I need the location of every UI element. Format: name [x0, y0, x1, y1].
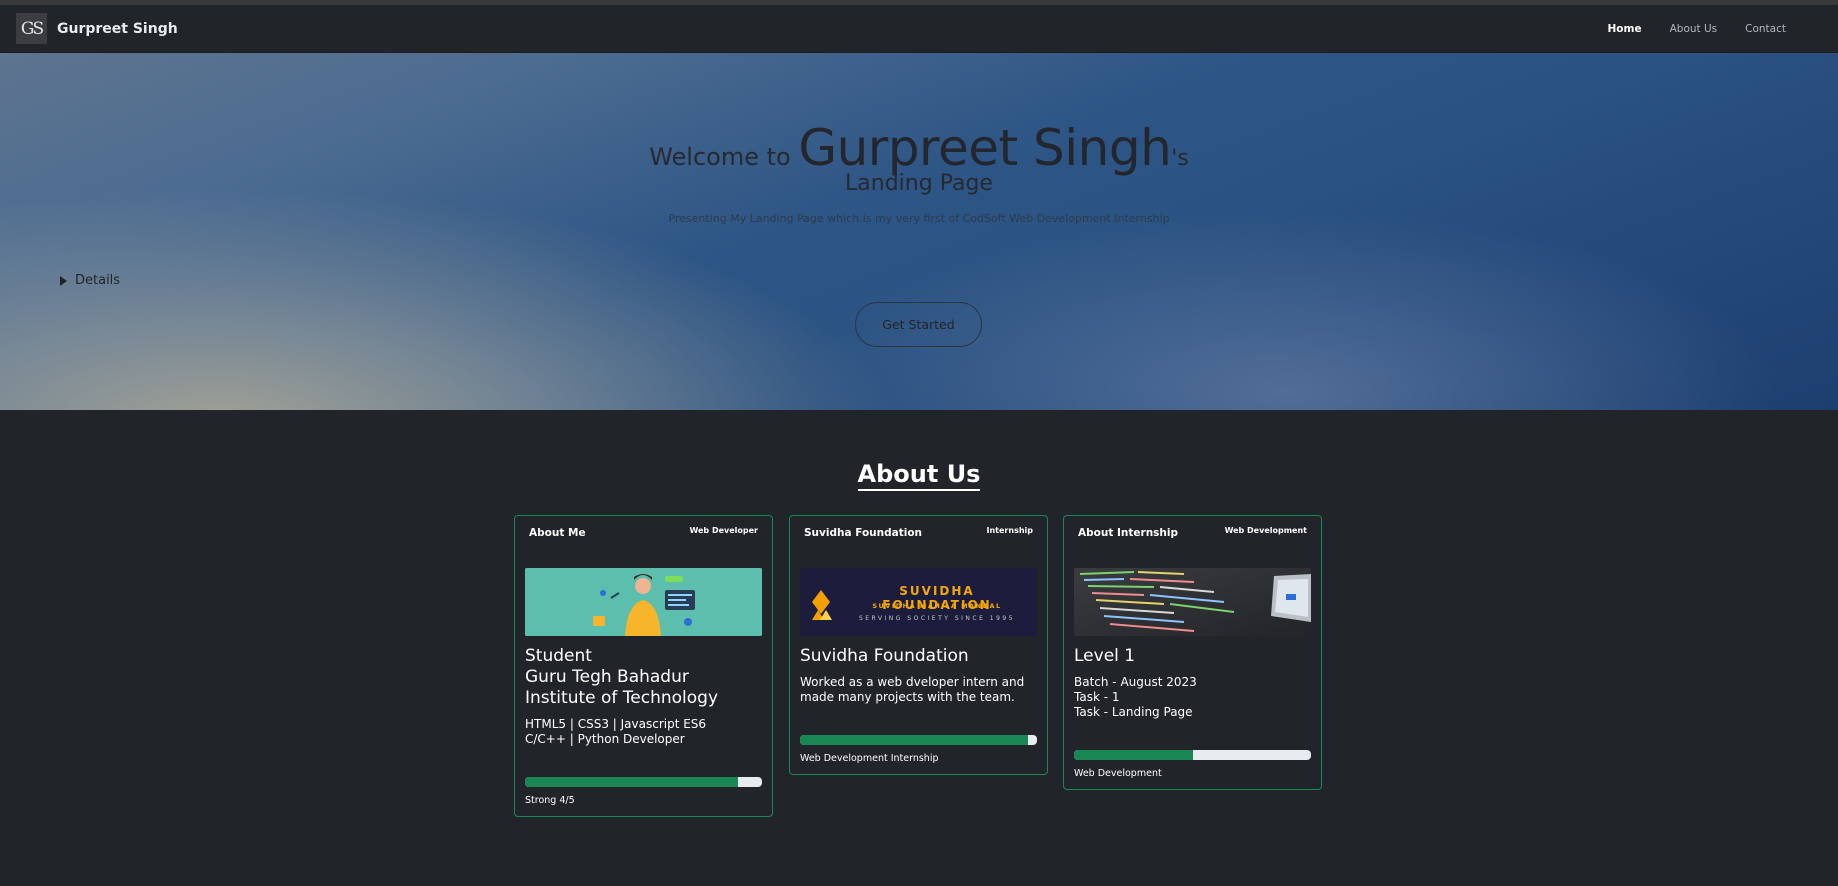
progress-bar: [800, 735, 1037, 745]
progress-bar: [1074, 750, 1311, 760]
about-title: About Us: [857, 460, 981, 491]
get-started-button[interactable]: Get Started: [855, 302, 982, 347]
logo-icon[interactable]: GS: [16, 13, 47, 44]
progress-fill: [800, 735, 1028, 745]
hero-section: Welcome to Gurpreet Singh's Landing Page…: [0, 53, 1838, 410]
brand-name[interactable]: Gurpreet Singh: [57, 21, 178, 37]
card-text: Batch - August 2023 Task - 1 Task - Land…: [1074, 675, 1311, 720]
card-suvidha-foundation: Suvidha Foundation Internship SUVIDHA FO…: [789, 515, 1048, 775]
hero-heading: Welcome to Gurpreet Singh's: [0, 119, 1838, 177]
details-label: Details: [75, 273, 121, 288]
nav-link-about-us[interactable]: About Us: [1656, 23, 1732, 35]
card-header-title: About Internship: [1078, 527, 1179, 539]
card-title-line: Student: [525, 646, 592, 666]
card-about-me: About Me Web Developer Student Guru Tegh…: [514, 515, 773, 817]
progress-fill: [525, 777, 739, 787]
card-title: Level 1: [1074, 646, 1311, 667]
card-text-line: Task - Landing Page: [1074, 705, 1193, 719]
card-text: Worked as a web dveloper intern and made…: [800, 675, 1037, 705]
hero-possessive: 's: [1171, 146, 1189, 171]
card-footer: Web Development: [1074, 768, 1162, 779]
nav-links: Home About Us Contact: [1594, 23, 1800, 35]
card-header-badge: Web Developer: [689, 526, 758, 535]
banner-text-2: SUVIDHA MAHILA MANDAL: [872, 602, 1002, 610]
nav-link-contact[interactable]: Contact: [1731, 23, 1800, 35]
card-header-badge: Web Development: [1224, 526, 1307, 535]
card-header-title: About Me: [529, 527, 586, 539]
suvidha-foundation-banner-image: SUVIDHA FOUNDATION SUVIDHA MAHILA MANDAL…: [800, 568, 1037, 636]
about-section: About Us About Me Web Developer Student …: [0, 410, 1838, 855]
progress-fill: [1074, 750, 1193, 760]
card-text-line: C/C++ | Python Developer: [525, 732, 685, 746]
hero-subtitle: Presenting My Landing Page which is my v…: [668, 212, 1170, 225]
card-header: About Internship Web Development: [1064, 516, 1321, 554]
navbar: GS Gurpreet Singh Home About Us Contact: [0, 5, 1838, 53]
card-text-line: Worked as a web dveloper intern and made…: [800, 675, 1025, 704]
progress-bar: [525, 777, 762, 787]
banner-text-3: SERVING SOCIETY SINCE 1995: [858, 615, 1016, 622]
nav-link-home[interactable]: Home: [1594, 23, 1656, 35]
card-header-badge: Internship: [986, 526, 1034, 535]
hero-heading-line2: Landing Page: [845, 171, 993, 196]
card-title: Suvidha Foundation: [800, 646, 1037, 667]
developer-illustration-image: [525, 568, 762, 636]
card-footer: Strong 4/5: [525, 795, 575, 806]
disclosure-triangle-icon: [60, 275, 67, 286]
card-text-line: Batch - August 2023: [1074, 675, 1197, 689]
hero-name: Gurpreet Singh: [798, 119, 1172, 177]
card-title: Student Guru Tegh Bahadur Institute of T…: [525, 646, 762, 709]
card-about-internship: About Internship Web Development Level 1…: [1063, 515, 1322, 790]
card-text: HTML5 | CSS3 | Javascript ES6 C/C++ | Py…: [525, 717, 762, 747]
card-header-title: Suvidha Foundation: [804, 527, 923, 539]
card-header: About Me Web Developer: [515, 516, 772, 554]
about-cards: About Me Web Developer Student Guru Tegh…: [0, 515, 1838, 855]
details-toggle[interactable]: Details: [60, 273, 120, 288]
card-text-line: HTML5 | CSS3 | Javascript ES6: [525, 717, 707, 731]
card-title-line: Suvidha Foundation: [800, 646, 969, 666]
card-text-line: Task - 1: [1074, 690, 1120, 704]
card-header: Suvidha Foundation Internship: [790, 516, 1047, 554]
code-screen-image: [1074, 568, 1311, 636]
hero-welcome: Welcome to: [649, 143, 799, 171]
card-title-line: Level 1: [1074, 646, 1136, 666]
card-title-line: Guru Tegh Bahadur Institute of Technolog…: [525, 667, 719, 708]
card-footer: Web Development Internship: [800, 753, 939, 764]
